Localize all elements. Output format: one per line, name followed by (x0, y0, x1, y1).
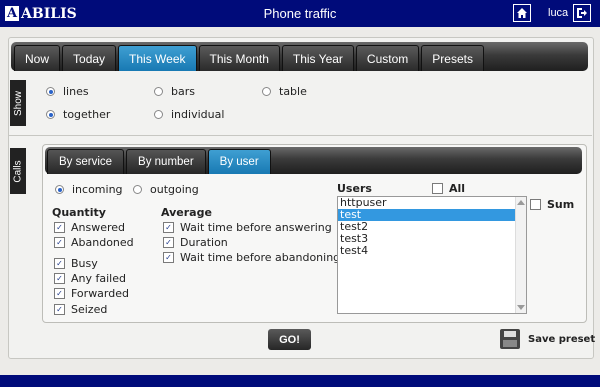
check-busy[interactable]: ✓ Busy (54, 257, 98, 270)
calls-tab-bar: By service By number By user (45, 147, 582, 174)
users-heading: Users (337, 182, 372, 195)
top-bar: A ABILIS Phone traffic luca (0, 0, 600, 27)
checkbox-icon[interactable]: ✓ (54, 258, 65, 269)
option-label: outgoing (150, 183, 199, 196)
checkbox-icon[interactable]: ✓ (54, 288, 65, 299)
page-title: Phone traffic (263, 6, 337, 21)
user-list-item[interactable]: httpuser (338, 197, 526, 209)
tab-by-number[interactable]: By number (126, 149, 206, 174)
check-wait-answering[interactable]: ✓ Wait time before answering (163, 221, 332, 234)
check-all-users[interactable]: All (432, 182, 465, 195)
tab-by-user[interactable]: By user (207, 149, 271, 174)
checkbox-icon[interactable]: ✓ (54, 273, 65, 284)
scroll-up-icon[interactable] (517, 200, 525, 205)
option-incoming[interactable]: incoming (55, 183, 123, 196)
radio-icon[interactable] (154, 110, 163, 119)
save-preset-button[interactable]: Save preset (500, 329, 595, 349)
check-any-failed[interactable]: ✓ Any failed (54, 272, 126, 285)
save-preset-label: Save preset (528, 333, 596, 345)
check-wait-abandoning[interactable]: ✓ Wait time before abandoning (163, 251, 340, 264)
checkbox-icon[interactable] (432, 183, 443, 194)
option-together[interactable]: together (46, 108, 110, 121)
tab-custom[interactable]: Custom (355, 45, 420, 71)
users-listbox[interactable]: httpuser test test2 test3 test4 (337, 196, 527, 314)
period-tab-bar: Now Today This Week This Month This Year… (11, 42, 588, 71)
average-heading: Average (161, 206, 212, 219)
check-seized[interactable]: ✓ Seized (54, 303, 107, 316)
logout-button[interactable] (573, 4, 591, 22)
option-label: table (279, 85, 307, 98)
radio-icon[interactable] (154, 87, 163, 96)
option-label: bars (171, 85, 195, 98)
users-scrollbar[interactable] (515, 197, 526, 313)
option-bars[interactable]: bars (154, 85, 195, 98)
radio-icon[interactable] (55, 185, 64, 194)
check-label: Answered (71, 221, 126, 234)
check-label: Sum (547, 198, 575, 211)
tab-this-year[interactable]: This Year (281, 45, 354, 71)
checkbox-icon[interactable]: ✓ (163, 252, 174, 263)
check-forwarded[interactable]: ✓ Forwarded (54, 287, 129, 300)
username: luca (548, 7, 569, 19)
check-sum[interactable]: Sum (530, 198, 574, 211)
check-label: Any failed (71, 272, 126, 285)
radio-icon[interactable] (262, 87, 271, 96)
floppy-disk-icon[interactable] (500, 329, 520, 349)
logout-icon (577, 8, 587, 18)
check-answered[interactable]: ✓ Answered (54, 221, 125, 234)
option-label: individual (171, 108, 225, 121)
tab-presets[interactable]: Presets (421, 45, 484, 71)
tab-this-month[interactable]: This Month (198, 45, 280, 71)
go-button[interactable]: GO! (268, 329, 311, 350)
option-label: incoming (72, 183, 123, 196)
checkbox-icon[interactable]: ✓ (54, 237, 65, 248)
option-individual[interactable]: individual (154, 108, 224, 121)
tab-today[interactable]: Today (62, 45, 117, 71)
home-button[interactable] (513, 4, 531, 22)
checkbox-icon[interactable]: ✓ (54, 222, 65, 233)
check-label: Forwarded (71, 287, 129, 300)
home-icon (517, 8, 527, 18)
checkbox-icon[interactable] (530, 199, 541, 210)
option-table[interactable]: table (262, 85, 307, 98)
checkbox-icon[interactable]: ✓ (163, 222, 174, 233)
check-label: Abandoned (71, 236, 134, 249)
check-label: Wait time before answering (180, 221, 332, 234)
radio-icon[interactable] (46, 110, 55, 119)
option-outgoing[interactable]: outgoing (133, 183, 199, 196)
user-list-item[interactable]: test4 (338, 245, 526, 257)
show-section-label: Show (10, 80, 26, 126)
check-label: All (449, 182, 466, 195)
calls-section-label: Calls (10, 148, 26, 194)
quantity-heading: Quantity (52, 206, 106, 219)
scroll-down-icon[interactable] (517, 305, 525, 310)
section-divider (8, 135, 592, 136)
checkbox-icon[interactable]: ✓ (54, 304, 65, 315)
check-abandoned[interactable]: ✓ Abandoned (54, 236, 134, 249)
option-lines[interactable]: lines (46, 85, 89, 98)
checkbox-icon[interactable]: ✓ (163, 237, 174, 248)
radio-icon[interactable] (133, 185, 142, 194)
check-label: Wait time before abandoning (180, 251, 341, 264)
tab-this-week[interactable]: This Week (118, 45, 197, 71)
check-duration[interactable]: ✓ Duration (163, 236, 228, 249)
tab-by-service[interactable]: By service (47, 149, 125, 174)
radio-icon[interactable] (46, 87, 55, 96)
option-label: lines (63, 85, 89, 98)
show-label-text: Show (12, 90, 24, 116)
option-label: together (63, 108, 111, 121)
check-label: Busy (71, 257, 98, 270)
bottom-bar (0, 375, 600, 387)
tab-now[interactable]: Now (14, 45, 61, 71)
calls-label-text: Calls (12, 159, 24, 183)
check-label: Seized (71, 303, 108, 316)
check-label: Duration (180, 236, 228, 249)
